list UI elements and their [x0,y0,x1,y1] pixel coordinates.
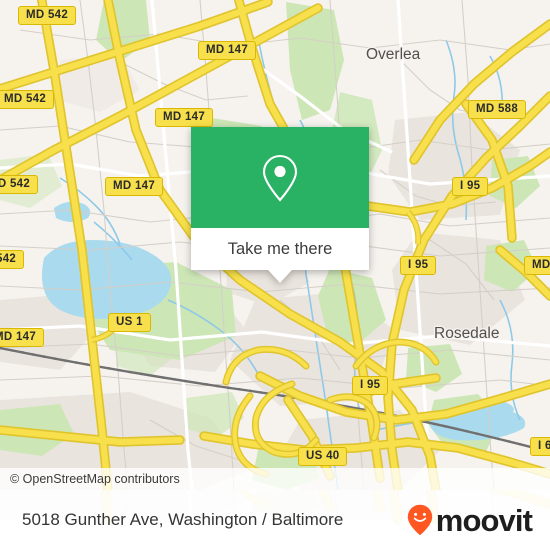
road-shield: 542 [0,250,25,269]
take-me-there-button[interactable]: Take me there [191,228,369,270]
road-shield: I 6 [530,437,550,456]
place-label: Overlea [366,46,421,63]
callout-image-area [191,127,369,228]
address-label: 5018 Gunther Ave, Washington / Baltimore [22,510,344,529]
moovit-logo[interactable]: moovit [407,504,550,536]
road-shield: MD 147 [198,41,257,60]
footer-bar: 5018 Gunther Ave, Washington / Baltimore… [0,490,550,550]
road-shield: MD 542 [18,6,77,25]
road-shield: I 95 [400,256,437,275]
osm-attribution-text: © OpenStreetMap contributors [10,472,180,486]
road-shield: MD 147 [0,328,45,347]
road-shield: MD 542 [0,90,55,109]
road-shield: MD 588 [468,100,527,119]
road-shield: MD 542 [0,175,39,194]
road-shield: MD [524,256,550,275]
moovit-map-screenshot: MD 542 MD 147 MD 588 MD 542 MD 147 MD 54… [0,0,550,550]
map-canvas[interactable]: MD 542 MD 147 MD 588 MD 542 MD 147 MD 54… [0,0,550,490]
road-shield: US 1 [108,313,151,332]
osm-attribution-bar: © OpenStreetMap contributors [0,468,550,490]
map-pin-icon [262,154,298,202]
road-shield: MD 147 [155,108,214,127]
road-shield: US 40 [298,447,348,466]
moovit-wordmark: moovit [435,502,533,538]
destination-callout-card[interactable]: Take me there [191,127,369,283]
take-me-there-label: Take me there [227,239,333,258]
road-shield: I 95 [352,376,389,395]
moovit-pin-icon [407,504,432,536]
callout-pointer [268,270,292,283]
road-shield: I 95 [452,177,489,196]
road-shield: MD 147 [105,177,164,196]
place-label: Rosedale [434,325,500,342]
